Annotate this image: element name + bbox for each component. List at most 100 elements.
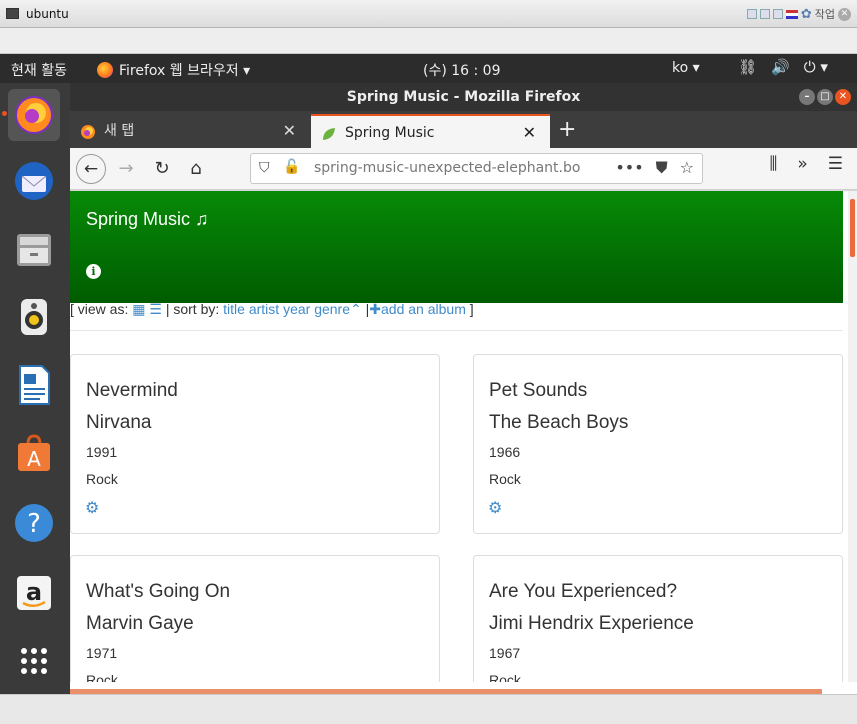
album-artist[interactable]: The Beach Boys (489, 412, 628, 434)
dock-rhythmbox[interactable] (8, 291, 60, 343)
vm-tray-icon[interactable] (746, 9, 757, 19)
shield-icon[interactable]: ⛉ (259, 160, 270, 176)
minimize-icon[interactable]: – (799, 89, 815, 105)
sort-year-link[interactable]: year (283, 301, 310, 317)
album-year[interactable]: 1966 (489, 444, 520, 460)
firefox-icon (15, 96, 53, 134)
dock-files[interactable] (8, 223, 60, 275)
tab-label: Spring Music (345, 125, 435, 141)
activities-button[interactable]: 현재 활동 (11, 60, 67, 80)
dock-firefox[interactable] (8, 89, 60, 141)
add-album-link[interactable]: add an album (381, 301, 466, 317)
sort-title-link[interactable]: title (223, 301, 245, 317)
tab-close-icon[interactable]: ✕ (523, 116, 536, 150)
app-menu-label: Firefox 웹 브라우저 ▾ (119, 63, 251, 79)
library-icon[interactable]: ⫼ (770, 154, 778, 174)
album-title[interactable]: Pet Sounds (489, 380, 587, 402)
album-title[interactable]: Are You Experienced? (489, 581, 677, 603)
album-artist[interactable]: Jimi Hendrix Experience (489, 613, 694, 635)
show-applications-button[interactable] (8, 635, 60, 687)
album-genre[interactable]: Rock (86, 471, 118, 487)
album-genre[interactable]: Rock (489, 672, 521, 682)
pocket-icon[interactable]: ⛊ (656, 158, 668, 178)
back-button[interactable]: ← (76, 154, 106, 184)
reload-button[interactable]: ↻ (150, 154, 174, 184)
sort-by-label: | sort by: (165, 301, 220, 317)
vm-tray-icon[interactable] (772, 9, 783, 19)
scrollbar-thumb[interactable] (850, 199, 855, 257)
vm-tray-icon[interactable] (759, 9, 770, 19)
album-artist[interactable]: Nirvana (86, 412, 151, 434)
dock-amazon[interactable]: a (8, 567, 60, 619)
sort-direction-icon[interactable]: ⌃ (350, 301, 362, 317)
hamburger-menu-icon[interactable]: ☰ (828, 154, 843, 174)
firefox-titlebar[interactable]: Spring Music - Mozilla Firefox – □ ✕ (70, 83, 857, 111)
album-year[interactable]: 1967 (489, 645, 520, 661)
power-icon[interactable]: ⏻ ▾ (804, 58, 828, 76)
grid-view-icon[interactable]: ▦ (132, 301, 145, 317)
files-icon (17, 234, 51, 266)
tab-bar: 새 탭 ✕ Spring Music ✕ + (70, 111, 857, 148)
list-view-icon[interactable]: ☰ (149, 301, 162, 317)
keyboard-flag-icon[interactable] (785, 9, 798, 19)
vm-window-icon (6, 8, 19, 19)
system-tray[interactable]: ⛓ 🔊 ⏻ ▾ (738, 58, 828, 76)
language-indicator[interactable]: ko ▾ (672, 60, 700, 76)
svg-text:A: A (27, 447, 41, 471)
album-genre[interactable]: Rock (86, 672, 118, 682)
vm-menubar (0, 28, 857, 54)
album-year[interactable]: 1991 (86, 444, 117, 460)
album-year[interactable]: 1971 (86, 645, 117, 661)
album-title[interactable]: What's Going On (86, 581, 230, 603)
dock-thunderbird[interactable] (8, 155, 60, 207)
running-indicator (2, 111, 7, 116)
dock-software[interactable]: A (8, 427, 60, 479)
tab-spring-music[interactable]: Spring Music ✕ (311, 114, 550, 148)
ubuntu-top-panel: 현재 활동 Firefox 웹 브라우저 ▾ (수) 16 : 09 ko ▾ … (0, 54, 857, 83)
view-as-label: [ view as: (70, 301, 129, 317)
leaf-icon (323, 128, 335, 140)
plus-icon[interactable]: ✚ (369, 301, 381, 317)
info-icon[interactable]: i (86, 264, 101, 279)
gear-icon[interactable]: ✿ (801, 7, 812, 22)
new-tab-button[interactable]: + (558, 113, 576, 147)
navigation-toolbar: ← → ↻ ⌂ ⛉ 🔓 spring-music-unexpected-elep… (70, 148, 857, 190)
volume-icon[interactable]: 🔊 (771, 58, 790, 76)
album-genre[interactable]: Rock (489, 471, 521, 487)
dock-writer[interactable] (8, 359, 60, 411)
close-icon[interactable]: ✕ (835, 89, 851, 105)
overflow-chevron-icon[interactable]: » (797, 154, 807, 174)
speaker-icon (21, 299, 47, 335)
brand-title[interactable]: Spring Music ♫ (86, 209, 209, 230)
bookmark-star-icon[interactable]: ☆ (680, 158, 694, 178)
clock[interactable]: (수) 16 : 09 (423, 60, 501, 80)
page-scrollbar[interactable] (848, 191, 857, 682)
toolbar-right: ⫼ » ☰ (770, 154, 857, 174)
tab-new-tab[interactable]: 새 탭 ✕ (70, 114, 310, 148)
tab-close-icon[interactable]: ✕ (283, 114, 296, 148)
network-icon[interactable]: ⛓ (738, 58, 757, 76)
sort-genre-link[interactable]: genre (314, 301, 350, 317)
album-artist[interactable]: Marvin Gaye (86, 613, 194, 635)
maximize-icon[interactable]: □ (817, 89, 833, 105)
gear-icon[interactable]: ⚙ (85, 498, 99, 518)
album-title[interactable]: Nevermind (86, 380, 178, 402)
gear-icon[interactable]: ⚙ (488, 498, 502, 518)
home-button[interactable]: ⌂ (184, 154, 208, 184)
url-actions: ••• ⛊ ☆ (615, 158, 694, 178)
bottom-strip (70, 682, 857, 694)
dock-help[interactable]: ? (8, 497, 60, 549)
sort-artist-link[interactable]: artist (249, 301, 279, 317)
svg-text:a: a (26, 578, 42, 606)
url-text[interactable]: spring-music-unexpected-elephant.bo (314, 160, 580, 176)
app-menu[interactable]: Firefox 웹 브라우저 ▾ (97, 60, 250, 80)
page-actions-icon[interactable]: ••• (615, 158, 643, 178)
insecure-lock-icon[interactable]: 🔓 (283, 159, 300, 175)
forward-button[interactable]: → (114, 154, 138, 184)
url-bar[interactable]: ⛉ 🔓 spring-music-unexpected-elephant.bo … (250, 153, 703, 184)
document-icon (19, 365, 50, 405)
firefox-icon (97, 62, 113, 78)
album-card: Pet Sounds The Beach Boys 1966 Rock ⚙ (473, 354, 843, 534)
close-icon[interactable]: ✕ (838, 7, 851, 21)
web-content: Spring Music ♫ i [ view as: ▦ ☰ | sort b… (70, 191, 857, 682)
